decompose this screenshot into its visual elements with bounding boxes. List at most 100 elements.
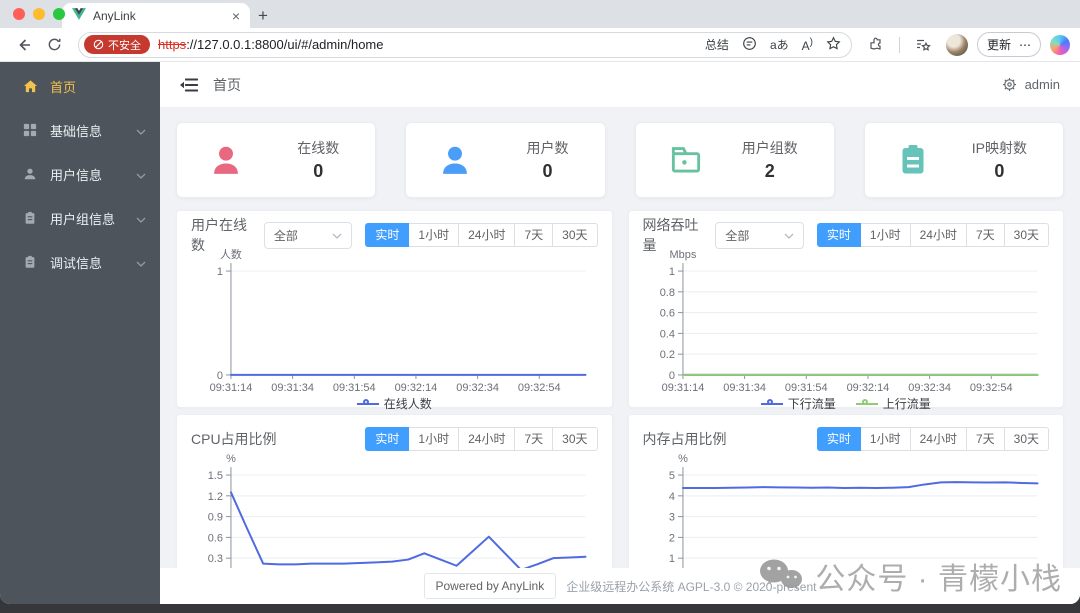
reload-icon[interactable] [40,32,68,58]
chevron-down-icon [136,123,146,138]
clipboard-icon [23,210,39,226]
breadcrumb[interactable]: 首页 [213,75,241,95]
sidebar-item-basic-info[interactable]: 基础信息 [0,108,160,152]
stat-label: 用户组数 [741,140,798,156]
stat-value: 0 [313,161,324,181]
journal-icon[interactable] [742,36,757,54]
read-aloud-icon[interactable]: A) [802,37,813,53]
time-filter-group: 实时 1小时 24小时 7天 30天 [816,223,1049,247]
time-filter-4[interactable]: 30天 [553,223,598,247]
browser-menu-icon[interactable]: ⋯ [1019,38,1031,52]
scope-select[interactable]: 全部 [715,221,804,249]
sidebar-item-debug-info[interactable]: 调试信息 [0,240,160,284]
online-users-chart: 0 1 人数 09:31:14 09:31:34 09:31:54 09:32:14 09:3… [210,249,587,394]
chevron-down-icon [136,211,146,226]
svg-text:09:32:14: 09:32:14 [395,382,438,394]
chart-panels: 用户在线数 全部 实时 1小时 24小时 7天 30天 0 1 人数 09:31:14 09:3… [176,210,1064,604]
time-filter-3[interactable]: 7天 [966,427,1005,451]
address-bar[interactable]: 不安全 https://127.0.0.1:8800/ui/#/admin/ho… [78,31,852,58]
time-filter-0[interactable]: 实时 [365,427,410,451]
address-bar-actions: 总结 aあ A) [705,35,841,54]
svg-text:%: % [678,453,688,465]
chart-legend: 在线人数 [191,395,598,412]
grid-icon [23,122,39,138]
profile-avatar[interactable] [945,33,968,56]
copilot-icon[interactable] [1050,34,1070,55]
time-filter-1[interactable]: 1小时 [860,223,911,247]
time-filter-2[interactable]: 24小时 [459,223,516,247]
home-icon [23,78,39,94]
traffic-lights [13,8,65,20]
svg-text:09:32:34: 09:32:34 [908,382,951,394]
time-filter-0[interactable]: 实时 [816,223,861,247]
svg-text:0.6: 0.6 [208,532,223,544]
time-filter-4[interactable]: 30天 [1004,427,1049,451]
time-filter-1[interactable]: 1小时 [409,427,460,451]
svg-text:09:31:54: 09:31:54 [333,382,376,394]
back-icon[interactable] [10,32,38,58]
svg-text:0.6: 0.6 [659,308,674,320]
summarize-button[interactable]: 总结 [705,36,729,53]
time-filter-2[interactable]: 24小时 [910,223,967,247]
sidebar-item-home[interactable]: 首页 [0,64,160,108]
time-filter-3[interactable]: 7天 [966,223,1005,247]
watermark-text: 公众号 · 青檬小栈 [815,563,1062,596]
time-filter-0[interactable]: 实时 [365,223,410,247]
time-filter-1[interactable]: 1小时 [860,427,911,451]
collections-icon[interactable] [909,32,937,58]
time-filter-1[interactable]: 1小时 [409,223,460,247]
sidebar: 首页 基础信息 用户信息 用户组信息 调试信息 [0,62,160,604]
legend-item[interactable]: 下行流量 [760,395,836,412]
browser-tab[interactable]: AnyLink × [62,3,250,28]
tab-title: AnyLink [93,8,136,23]
legend-item[interactable]: 上行流量 [855,395,931,412]
main-area: 首页 admin 在线数 0 用户数 0 用户组数 2 IP映射数 0 用户在线… [160,62,1080,604]
chevron-down-icon [784,228,794,242]
sidebar-item-group-info[interactable]: 用户组信息 [0,196,160,240]
extensions-icon[interactable] [862,32,890,58]
toolbar-divider [898,36,900,53]
tab-close-icon[interactable]: × [232,9,240,23]
not-secure-badge[interactable]: 不安全 [84,35,150,54]
time-filter-2[interactable]: 24小时 [459,427,516,451]
time-filter-4[interactable]: 30天 [1004,223,1049,247]
window-zoom-button[interactable] [53,8,65,20]
time-filter-4[interactable]: 30天 [553,427,598,451]
menu-fold-icon[interactable] [180,78,198,92]
svg-text:5: 5 [668,470,674,482]
vue-logo-icon [72,8,86,23]
svg-text:0: 0 [668,370,674,382]
app-header: 首页 admin [160,62,1080,108]
svg-text:0.4: 0.4 [659,328,674,340]
sidebar-item-user-info[interactable]: 用户信息 [0,152,160,196]
svg-text:2: 2 [668,532,674,544]
translate-icon[interactable]: aあ [770,36,789,53]
stat-label: 在线数 [297,140,340,156]
stat-card-online: 在线数 0 [176,122,377,198]
time-filter-0[interactable]: 实时 [816,427,861,451]
folder-icon [666,141,706,179]
stat-card-groups: 用户组数 2 [634,122,835,198]
screen: AnyLink × + 不安全 https://127.0.0.1:8800/u… [0,0,1080,613]
svg-text:0.9: 0.9 [208,512,223,524]
time-filter-3[interactable]: 7天 [515,223,554,247]
time-filter-3[interactable]: 7天 [515,427,554,451]
scope-select[interactable]: 全部 [263,221,353,249]
svg-text:0: 0 [217,370,223,382]
select-value: 全部 [273,228,298,243]
stat-label: 用户数 [526,140,569,156]
select-value: 全部 [725,228,750,243]
svg-text:09:32:14: 09:32:14 [846,382,889,394]
powered-by-badge: Powered by AnyLink [423,573,557,599]
favorite-star-icon[interactable] [826,35,841,54]
stat-cards: 在线数 0 用户数 0 用户组数 2 IP映射数 0 [176,122,1064,198]
user-menu[interactable]: admin [1002,77,1060,92]
window-close-button[interactable] [13,8,25,20]
window-minimize-button[interactable] [33,8,45,20]
time-filter-2[interactable]: 24小时 [910,427,967,451]
update-button[interactable]: 更新 ⋯ [976,32,1041,57]
legend-item[interactable]: 在线人数 [356,395,432,412]
new-tab-button[interactable]: + [250,3,276,28]
svg-text:0.2: 0.2 [659,349,674,361]
svg-text:0.3: 0.3 [208,553,223,565]
